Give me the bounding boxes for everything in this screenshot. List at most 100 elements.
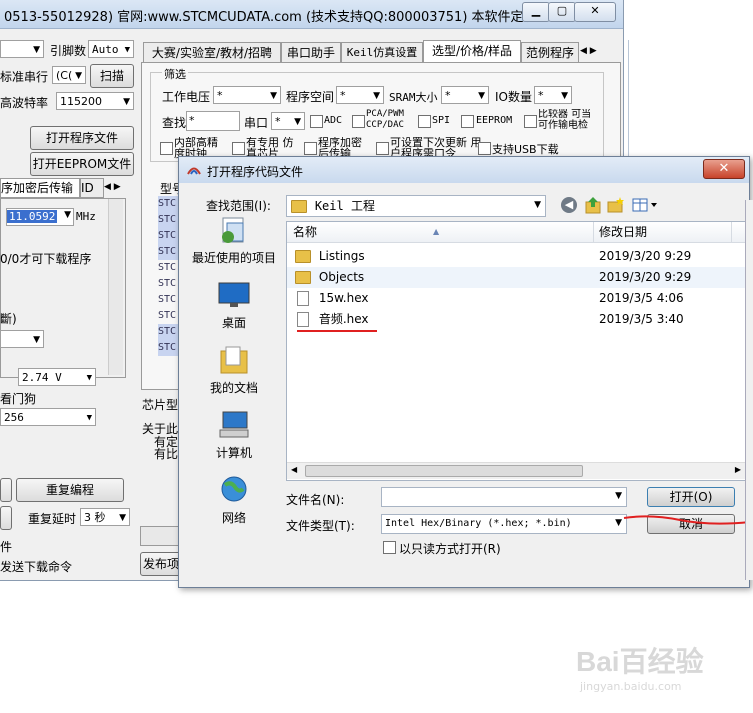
pca-checkbox[interactable] (352, 115, 365, 128)
tab-keil-settings[interactable]: Keil仿真设置 (341, 42, 423, 63)
list-item[interactable]: STC (158, 276, 180, 292)
place-documents[interactable]: 我的文档 (189, 345, 279, 396)
comparator-checkbox[interactable] (524, 115, 537, 128)
place-recent[interactable]: 最近使用的项目 (189, 215, 279, 266)
watchdog-select[interactable]: 256 ▼ (0, 408, 96, 426)
horizontal-scrollbar[interactable]: ◀ ▶ (287, 462, 745, 479)
scroll-right-icon[interactable]: ▶ (735, 465, 741, 474)
pin-count-select[interactable]: Auto ▼ (88, 40, 134, 58)
scrollbar-thumb[interactable] (305, 465, 583, 477)
publish-button[interactable]: 发布项 (140, 552, 182, 576)
dedicated-checkbox[interactable] (232, 142, 245, 155)
chevron-down-icon: ▼ (123, 97, 130, 107)
uart-select[interactable]: * ▼ (271, 112, 305, 130)
search-input[interactable]: * (186, 111, 240, 131)
folder-icon (291, 200, 307, 213)
file-row[interactable]: 音频.hex 2019/3/5 3:40 (287, 309, 747, 330)
voltage-select[interactable]: 2.74 V ▼ (18, 368, 96, 386)
settable-checkbox[interactable] (376, 142, 389, 155)
tab-scroll-arrows-right[interactable]: ◀ ▶ (580, 43, 616, 59)
internal-clock-checkbox[interactable] (160, 142, 173, 155)
left-edge-button-2[interactable] (0, 506, 12, 530)
file-list-header: 名称 ▲ 修改日期 (287, 222, 747, 243)
tab-id[interactable]: ID号 (80, 178, 104, 213)
maximize-button[interactable]: ▢ (548, 2, 576, 22)
title-bar: 0513-55012928) 官网:www.STCMCUDATA.com (技术… (0, 0, 623, 29)
scan-button[interactable]: 扫描 (90, 64, 134, 88)
left-edge-button[interactable] (0, 478, 12, 502)
adc-checkbox[interactable] (310, 115, 323, 128)
open-eeprom-button[interactable]: 打开EEPROM文件 (30, 152, 134, 176)
serial-select[interactable]: (C(▼ (52, 66, 86, 84)
dialog-close-button[interactable]: ✕ (703, 159, 745, 179)
list-item[interactable]: STC (158, 340, 180, 356)
eeprom-checkbox[interactable] (461, 115, 474, 128)
sram-select[interactable]: * ▼ (441, 86, 489, 104)
place-computer[interactable]: 计算机 (189, 410, 279, 461)
new-folder-icon[interactable] (607, 197, 625, 213)
filetype-select[interactable]: Intel Hex/Binary (*.hex; *.bin) ▼ (381, 514, 627, 534)
progress-bar (140, 526, 182, 546)
spi-checkbox[interactable] (418, 115, 431, 128)
io-select[interactable]: * ▼ (534, 86, 572, 104)
encrypt-checkbox[interactable] (304, 142, 317, 155)
file-row[interactable]: 15w.hex 2019/3/5 4:06 (287, 288, 747, 309)
list-item[interactable]: STC (158, 244, 180, 260)
list-item[interactable]: STC (158, 308, 180, 324)
up-folder-icon[interactable] (585, 196, 601, 214)
column-name-header[interactable]: 名称 (293, 222, 317, 242)
place-label: 最近使用的项目 (191, 251, 276, 265)
list-item[interactable]: STC (158, 228, 180, 244)
place-desktop[interactable]: 桌面 (189, 280, 279, 331)
lookin-select[interactable]: Keil 工程 ▼ (286, 195, 546, 217)
voltage-value: 2.74 V (22, 371, 62, 384)
app-logo-icon (187, 163, 201, 175)
list-item[interactable]: STC (158, 212, 180, 228)
tab-selection[interactable]: 选型/价格/样品 (423, 40, 521, 63)
file-list[interactable]: 名称 ▲ 修改日期 Listings 2019/3/20 9:29 Object… (286, 221, 748, 481)
model-list[interactable]: STC STC STC STC STC STC STC STC STC STC (158, 196, 180, 376)
tab-contest[interactable]: 大赛/实验室/教材/招聘 (143, 42, 281, 63)
view-menu-icon[interactable] (632, 197, 660, 213)
scroll-left-icon[interactable]: ◀ (291, 465, 297, 474)
retry-delay-select[interactable]: 3 秒 ▼ (80, 508, 130, 526)
mcu-select[interactable]: ▼ (0, 40, 44, 58)
file-row[interactable]: Objects 2019/3/20 9:29 (287, 267, 747, 288)
prog-space-select[interactable]: * ▼ (336, 86, 384, 104)
readonly-checkbox[interactable] (383, 541, 396, 554)
filename-input[interactable]: ▼ (381, 487, 627, 507)
tab-encrypt[interactable]: 序加密后传输 (0, 178, 80, 198)
list-item[interactable]: STC (158, 324, 180, 340)
reprogram-button[interactable]: 重复编程 (16, 478, 124, 502)
back-arrow-icon[interactable]: ◀ (561, 197, 577, 213)
open-button[interactable]: 打开(O) (647, 487, 735, 507)
places-bar: 最近使用的项目 桌面 我的文档 计算机 网络 (189, 215, 279, 540)
usb-checkbox[interactable] (478, 142, 491, 155)
list-item[interactable]: STC (158, 196, 180, 212)
column-modified-header[interactable]: 修改日期 (599, 222, 647, 242)
place-network[interactable]: 网络 (189, 475, 279, 526)
tab-examples[interactable]: 范例程序 (521, 42, 579, 63)
left-panel-scrollbar[interactable] (108, 199, 123, 375)
list-item[interactable]: STC (158, 292, 180, 308)
minimize-button[interactable]: ▁ (522, 2, 550, 22)
io-label: IO数量 (495, 90, 532, 104)
baud-label: 高波特率 (0, 96, 49, 110)
list-item[interactable]: STC (158, 260, 180, 276)
tab-serial-helper[interactable]: 串口助手 (281, 42, 341, 63)
file-row[interactable]: Listings 2019/3/20 9:29 (287, 246, 747, 267)
tab-scroll-arrows[interactable]: ◀ ▶ (104, 179, 132, 195)
chevron-down-icon: ▼ (33, 335, 40, 345)
spi-label: SPI (432, 115, 451, 126)
freq-select[interactable]: 11.0592 ▼ (6, 208, 74, 226)
voltage-filter-select[interactable]: * ▼ (213, 86, 281, 104)
sram-value: * (445, 89, 451, 102)
baud-select[interactable]: 115200 ▼ (56, 92, 134, 110)
file-date: 2019/3/20 9:29 (599, 270, 692, 284)
close-button[interactable]: ✕ (574, 2, 616, 22)
uart-value: * (275, 115, 281, 128)
option-select[interactable]: ▼ (0, 330, 44, 348)
chevron-down-icon: ▼ (119, 513, 126, 523)
chevron-down-icon: ▼ (124, 45, 130, 55)
open-program-button[interactable]: 打开程序文件 (30, 126, 134, 150)
